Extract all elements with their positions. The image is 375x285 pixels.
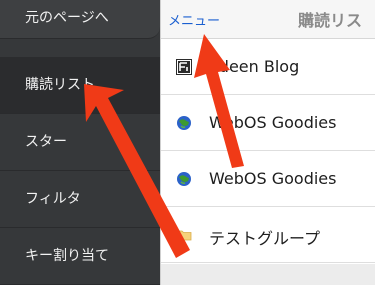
back-label: 元のページへ <box>25 10 109 26</box>
panel-footer <box>161 264 375 285</box>
sidebar-item-label: スター <box>25 134 67 150</box>
feed-row[interactable]: WebOS Goodies <box>161 95 375 151</box>
feed-title: adeen Blog <box>209 57 300 76</box>
sidebar-item-label: キー割り当て <box>25 248 109 264</box>
folder-row[interactable]: テストグループ <box>161 207 375 263</box>
sidebar: 元のページへ 購読リスト スター フィルタ キー割り当て <box>0 0 160 285</box>
page-title: 購読リス <box>298 11 363 30</box>
feed-title: WebOS Goodies <box>209 113 337 132</box>
globe-icon <box>176 171 192 187</box>
sidebar-item-stars[interactable]: スター <box>0 114 160 171</box>
sidebar-item-label: 購読リスト <box>25 77 95 93</box>
blog-favicon-icon <box>176 59 192 75</box>
folder-icon <box>176 227 192 243</box>
feed-row[interactable]: WebOS Goodies <box>161 151 375 207</box>
subscription-panel: メニュー 購読リス adeen Blog WebOS Goodies WebOS… <box>160 0 375 285</box>
feed-title: WebOS Goodies <box>209 169 337 188</box>
folder-title: テストグループ <box>209 229 321 248</box>
sidebar-item-key-bindings[interactable]: キー割り当て <box>0 228 160 285</box>
back-to-original-page-button[interactable]: 元のページへ <box>0 0 160 39</box>
sidebar-item-label: フィルタ <box>25 191 81 207</box>
sidebar-item-filter[interactable]: フィルタ <box>0 171 160 228</box>
feed-row[interactable]: adeen Blog <box>161 39 375 95</box>
menu-button[interactable]: メニュー <box>168 10 220 29</box>
sidebar-item-subscriptions[interactable]: 購読リスト <box>0 57 160 114</box>
panel-header: メニュー 購読リス <box>161 0 375 39</box>
globe-icon <box>176 115 192 131</box>
